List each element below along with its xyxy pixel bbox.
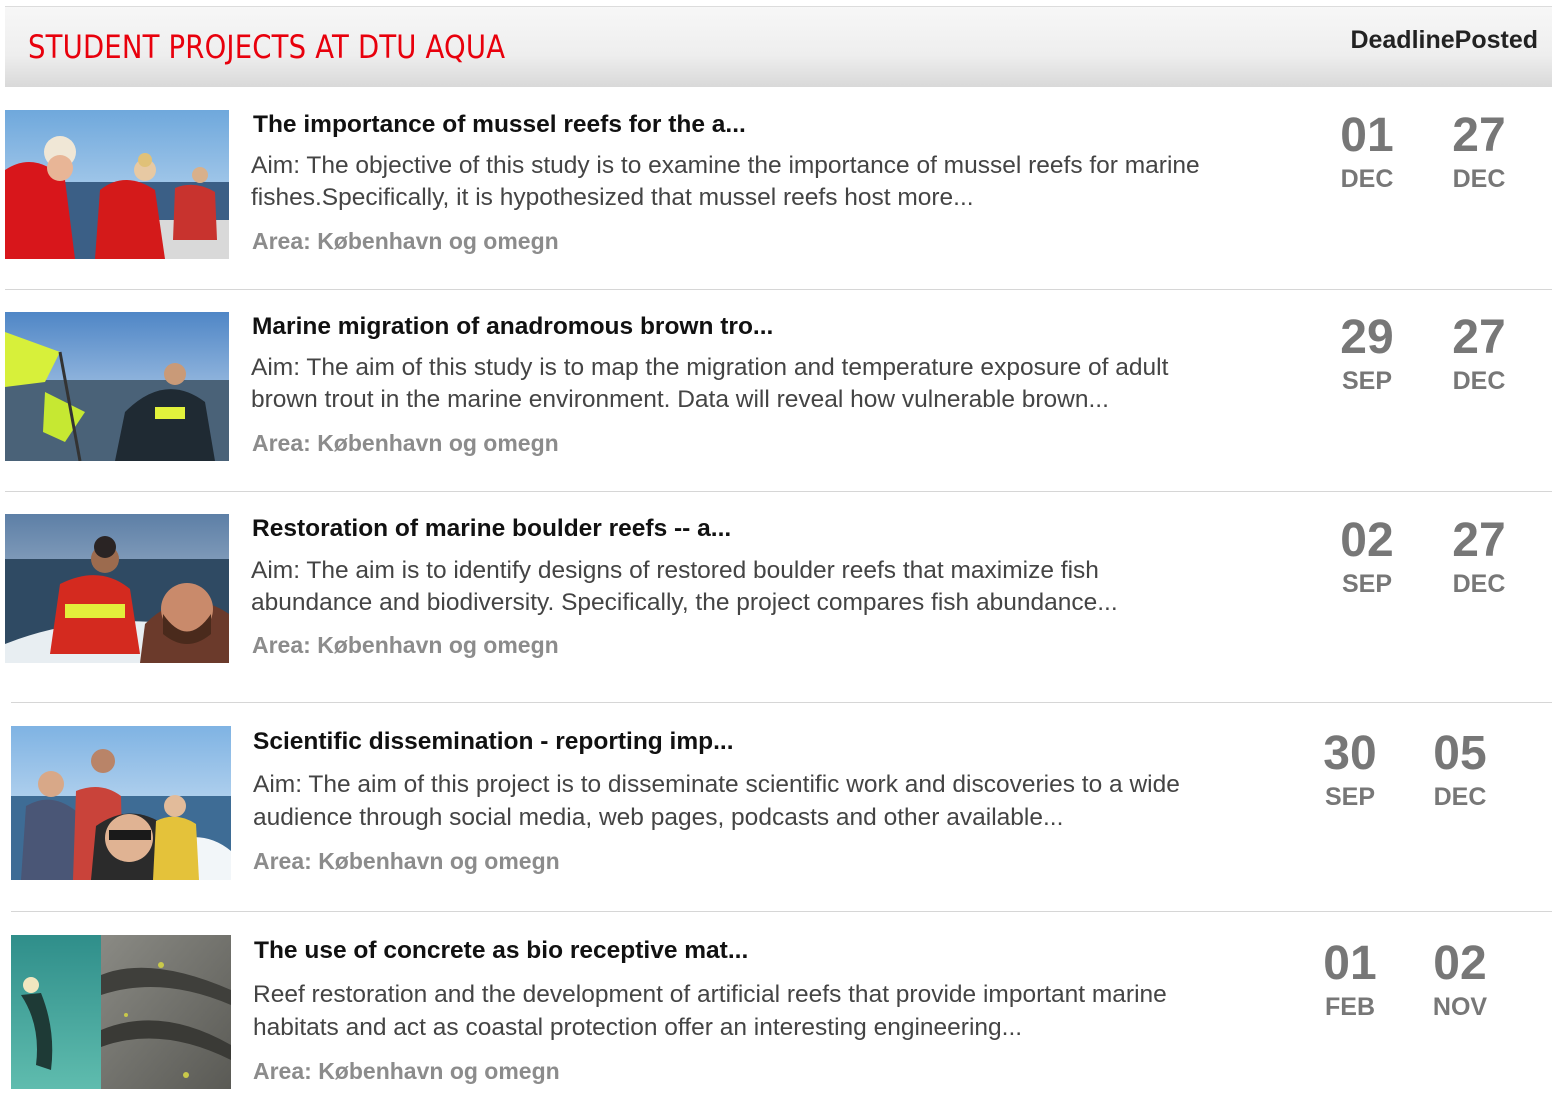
deadline-month: SEP <box>1341 367 1393 395</box>
description-line: Aim: The aim of this study is to map the… <box>251 354 1169 381</box>
description-line: audience through social media, web pages… <box>253 804 1064 831</box>
project-title-link[interactable]: Scientific dissemination - reporting imp… <box>253 728 734 756</box>
posted-day: 27 <box>1452 311 1506 364</box>
deadline-date: 02 SEP <box>1322 517 1412 599</box>
project-description: Reef restoration and the development of … <box>253 978 1167 1044</box>
posted-date: 27 DEC <box>1434 112 1524 194</box>
deadline-month: SEP <box>1341 570 1393 598</box>
description-line: Reef restoration and the development of … <box>253 981 1167 1008</box>
project-title-link[interactable]: The importance of mussel reefs for the a… <box>253 111 746 139</box>
posted-day: 27 <box>1452 514 1506 567</box>
description-line: Aim: The aim of this project is to disse… <box>253 771 1180 798</box>
deadline-day: 30 <box>1323 727 1377 780</box>
deadline-day: 29 <box>1340 311 1394 364</box>
deadline-date: 30 SEP <box>1305 730 1395 812</box>
posted-month: DEC <box>1452 570 1506 598</box>
deadline-column-header: Deadline <box>1350 26 1455 54</box>
posted-date: 05 DEC <box>1415 730 1505 812</box>
deadline-date: 29 SEP <box>1322 314 1412 396</box>
description-line: fishes.Specifically, it is hypothesized … <box>251 184 974 211</box>
posted-day: 02 <box>1433 937 1487 990</box>
project-description: Aim: The aim of this project is to disse… <box>253 768 1180 834</box>
page-title: STUDENT PROJECTS AT DTU AQUA <box>28 28 506 66</box>
posted-day: 05 <box>1433 727 1487 780</box>
project-area: Area: København og omegn <box>253 1058 560 1084</box>
project-thumbnail[interactable] <box>5 514 229 663</box>
project-area: Area: København og omegn <box>252 632 559 658</box>
row-divider <box>5 289 1552 290</box>
description-line: habitats and act as coastal protection o… <box>253 1014 1023 1041</box>
project-description: Aim: The aim is to identify designs of r… <box>251 555 1118 619</box>
description-line: abundance and biodiversity. Specifically… <box>251 589 1118 616</box>
row-divider <box>5 491 1552 492</box>
project-thumbnail[interactable] <box>5 312 229 461</box>
description-line: brown trout in the marine environment. D… <box>251 386 1109 413</box>
project-title-link[interactable]: Marine migration of anadromous brown tro… <box>252 313 773 341</box>
posted-date: 27 DEC <box>1434 517 1524 599</box>
description-line: Aim: The objective of this study is to e… <box>251 152 1200 179</box>
posted-column-header: Posted <box>1454 26 1538 54</box>
posted-date: 27 DEC <box>1434 314 1524 396</box>
project-description: Aim: The objective of this study is to e… <box>251 150 1200 214</box>
deadline-date: 01 DEC <box>1322 112 1412 194</box>
column-headers: DeadlinePosted <box>1350 26 1538 55</box>
row-divider <box>11 911 1552 912</box>
project-title-link[interactable]: The use of concrete as bio receptive mat… <box>254 937 748 965</box>
deadline-day: 02 <box>1340 514 1394 567</box>
list-header: STUDENT PROJECTS AT DTU AQUA DeadlinePos… <box>5 6 1552 87</box>
project-thumbnail[interactable] <box>11 935 231 1089</box>
project-area: Area: København og omegn <box>252 228 559 254</box>
project-area: Area: København og omegn <box>253 848 560 874</box>
deadline-month: DEC <box>1340 165 1394 193</box>
posted-day: 27 <box>1452 109 1506 162</box>
deadline-month: SEP <box>1324 783 1376 811</box>
posted-month: DEC <box>1452 165 1506 193</box>
posted-date: 02 NOV <box>1415 940 1505 1022</box>
deadline-day: 01 <box>1340 109 1394 162</box>
project-area: Area: København og omegn <box>252 430 559 456</box>
project-title-link[interactable]: Restoration of marine boulder reefs -- a… <box>252 515 731 543</box>
description-line: Aim: The aim is to identify designs of r… <box>251 557 1099 584</box>
deadline-day: 01 <box>1323 937 1377 990</box>
posted-month: DEC <box>1452 367 1506 395</box>
project-description: Aim: The aim of this study is to map the… <box>251 352 1168 416</box>
deadline-month: FEB <box>1325 993 1375 1021</box>
project-thumbnail[interactable] <box>11 726 231 880</box>
project-thumbnail[interactable] <box>5 110 229 259</box>
posted-month: DEC <box>1433 783 1487 811</box>
row-divider <box>11 702 1552 703</box>
posted-month: NOV <box>1432 993 1488 1021</box>
deadline-date: 01 FEB <box>1305 940 1395 1022</box>
